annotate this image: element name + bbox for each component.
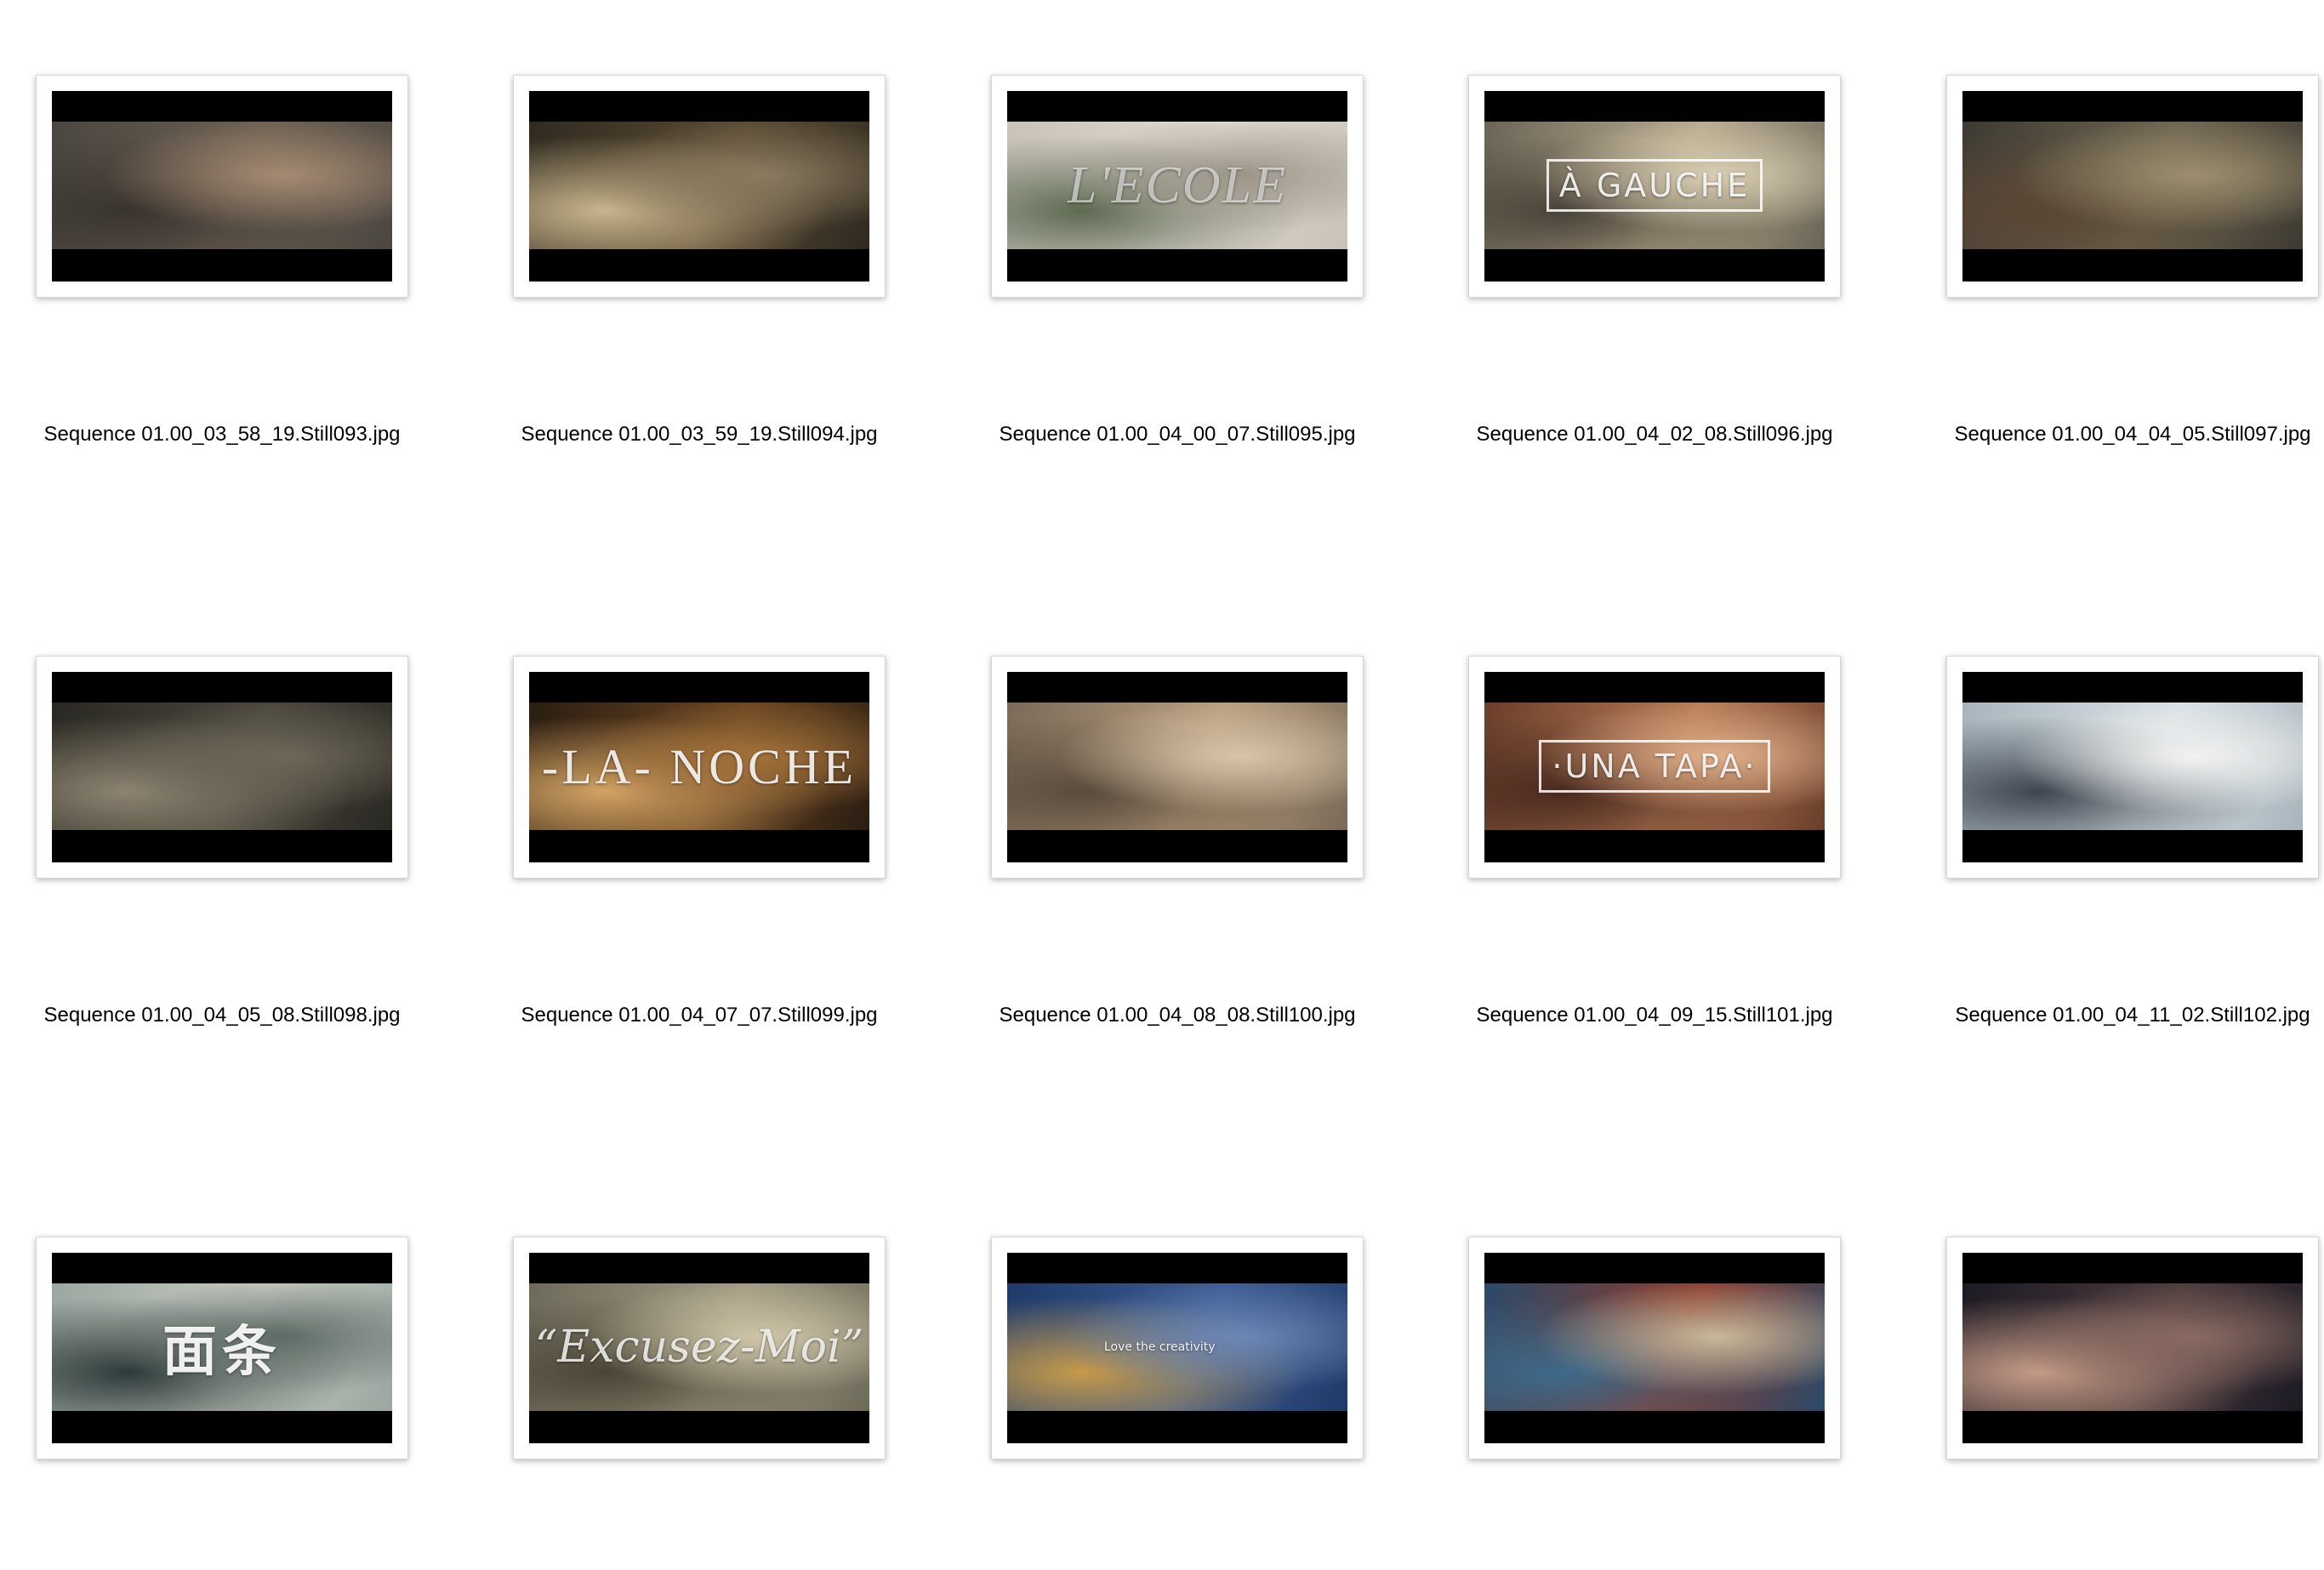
title-overlay-text: [1484, 1283, 1825, 1411]
letterbox-frame: [1962, 91, 2303, 282]
image-thumbnail-icon[interactable]: À GAUCHE: [1468, 75, 1841, 298]
image-thumbnail-icon[interactable]: [36, 75, 408, 298]
file-name-label[interactable]: Sequence 01.00_04_02_08.Still096.jpg: [1436, 422, 1873, 447]
image-thumbnail-icon[interactable]: [1946, 75, 2319, 298]
title-overlay-text: L'ECOLE: [1007, 122, 1347, 249]
letterbox-frame: À GAUCHE: [1484, 91, 1825, 282]
file-item[interactable]: ·UNA TAPA· Sequence 01.00_04_09_15.Still…: [1385, 581, 1856, 1027]
image-thumbnail-icon[interactable]: Love the creativity: [991, 1237, 1364, 1459]
title-overlay-text: -LA- NOCHE: [529, 703, 869, 830]
still-frame-image: -LA- NOCHE: [529, 703, 869, 830]
file-item[interactable]: [1863, 1162, 2324, 1570]
image-thumbnail-icon[interactable]: [1946, 1237, 2319, 1459]
title-overlay-label: ·UNA TAPA·: [1539, 740, 1770, 793]
image-thumbnail-icon[interactable]: [513, 75, 886, 298]
file-item[interactable]: [1385, 1162, 1856, 1570]
letterbox-frame: Love the creativity: [1007, 1253, 1347, 1443]
file-item[interactable]: Love the creativity: [908, 1162, 1379, 1570]
still-frame-image: [1007, 703, 1347, 830]
image-thumbnail-icon[interactable]: [36, 656, 408, 879]
title-overlay-label: -LA- NOCHE: [541, 738, 857, 794]
letterbox-frame: [52, 672, 392, 862]
file-item[interactable]: Sequence 01.00_03_59_19.Still094.jpg: [430, 0, 901, 446]
letterbox-frame: [1962, 1253, 2303, 1443]
still-frame-image: “Excusez-Moi”: [529, 1283, 869, 1411]
title-overlay-label: “Excusez-Moi”: [534, 1322, 864, 1373]
file-icon-grid: Sequence 01.00_03_58_19.Still093.jpg Seq…: [0, 0, 2324, 1483]
still-frame-image: Love the creativity: [1007, 1283, 1347, 1411]
image-thumbnail-icon[interactable]: [1468, 1237, 1841, 1459]
title-overlay-text: [52, 703, 392, 830]
file-name-label[interactable]: Sequence 01.00_04_00_07.Still095.jpg: [959, 422, 1396, 447]
still-frame-image: 面条: [52, 1283, 392, 1411]
letterbox-frame: “Excusez-Moi”: [529, 1253, 869, 1443]
title-overlay-label: L'ECOLE: [1067, 156, 1288, 214]
image-thumbnail-icon[interactable]: [1946, 656, 2319, 879]
file-name-label[interactable]: Sequence 01.00_03_59_19.Still094.jpg: [481, 422, 918, 447]
file-item[interactable]: -LA- NOCHE Sequence 01.00_04_07_07.Still…: [430, 581, 901, 1027]
letterbox-frame: [1007, 672, 1347, 862]
title-overlay-text: [1962, 703, 2303, 830]
title-overlay-label: 面条: [162, 1321, 282, 1384]
title-overlay-label: Love the creativity: [1104, 1340, 1216, 1354]
still-frame-image: L'ECOLE: [1007, 122, 1347, 249]
letterbox-frame: L'ECOLE: [1007, 91, 1347, 282]
image-thumbnail-icon[interactable]: 面条: [36, 1237, 408, 1459]
file-item[interactable]: Sequence 01.00_04_04_05.Still097.jpg: [1863, 0, 2324, 446]
file-item[interactable]: À GAUCHE Sequence 01.00_04_02_08.Still09…: [1385, 0, 1856, 446]
file-name-label[interactable]: Sequence 01.00_04_04_05.Still097.jpg: [1914, 422, 2324, 447]
file-item[interactable]: Sequence 01.00_04_05_08.Still098.jpg: [0, 581, 424, 1027]
title-overlay-text: [52, 122, 392, 249]
file-item[interactable]: 面条: [0, 1162, 424, 1570]
letterbox-frame: ·UNA TAPA·: [1484, 672, 1825, 862]
still-frame-image: [1962, 703, 2303, 830]
still-frame-image: [1962, 122, 2303, 249]
image-thumbnail-icon[interactable]: [991, 656, 1364, 879]
title-overlay-text: [1962, 122, 2303, 249]
letterbox-frame: [1962, 672, 2303, 862]
still-frame-image: À GAUCHE: [1484, 122, 1825, 249]
letterbox-frame: [52, 91, 392, 282]
still-frame-image: [1962, 1283, 2303, 1411]
file-name-label[interactable]: Sequence 01.00_04_11_02.Still102.jpg: [1914, 1003, 2324, 1028]
letterbox-frame: [1484, 1253, 1825, 1443]
title-overlay-text: ·UNA TAPA·: [1484, 703, 1825, 830]
title-overlay-text: [1962, 1283, 2303, 1411]
still-frame-image: [52, 703, 392, 830]
image-thumbnail-icon[interactable]: “Excusez-Moi”: [513, 1237, 886, 1459]
still-frame-image: ·UNA TAPA·: [1484, 703, 1825, 830]
letterbox-frame: -LA- NOCHE: [529, 672, 869, 862]
still-frame-image: [1484, 1283, 1825, 1411]
image-thumbnail-icon[interactable]: -LA- NOCHE: [513, 656, 886, 879]
title-overlay-text: “Excusez-Moi”: [529, 1283, 869, 1411]
still-frame-image: [529, 122, 869, 249]
still-frame-image: [52, 122, 392, 249]
title-overlay-label: À GAUCHE: [1546, 159, 1763, 212]
image-thumbnail-icon[interactable]: L'ECOLE: [991, 75, 1364, 298]
file-name-label[interactable]: Sequence 01.00_04_08_08.Still100.jpg: [959, 1003, 1396, 1028]
file-item[interactable]: “Excusez-Moi”: [430, 1162, 901, 1570]
letterbox-frame: 面条: [52, 1253, 392, 1443]
file-item[interactable]: Sequence 01.00_03_58_19.Still093.jpg: [0, 0, 424, 446]
title-overlay-text: À GAUCHE: [1484, 122, 1825, 249]
file-name-label[interactable]: Sequence 01.00_04_09_15.Still101.jpg: [1436, 1003, 1873, 1028]
file-item[interactable]: Sequence 01.00_04_11_02.Still102.jpg: [1863, 581, 2324, 1027]
file-item[interactable]: Sequence 01.00_04_08_08.Still100.jpg: [908, 581, 1379, 1027]
file-item[interactable]: L'ECOLE Sequence 01.00_04_00_07.Still095…: [908, 0, 1379, 446]
title-overlay-text: Love the creativity: [1007, 1283, 1347, 1411]
file-name-label[interactable]: Sequence 01.00_04_05_08.Still098.jpg: [3, 1003, 441, 1028]
title-overlay-text: [1007, 703, 1347, 830]
file-name-label[interactable]: Sequence 01.00_03_58_19.Still093.jpg: [3, 422, 441, 447]
title-overlay-text: 面条: [52, 1283, 392, 1411]
letterbox-frame: [529, 91, 869, 282]
image-thumbnail-icon[interactable]: ·UNA TAPA·: [1468, 656, 1841, 879]
title-overlay-text: [529, 122, 869, 249]
file-name-label[interactable]: Sequence 01.00_04_07_07.Still099.jpg: [481, 1003, 918, 1028]
